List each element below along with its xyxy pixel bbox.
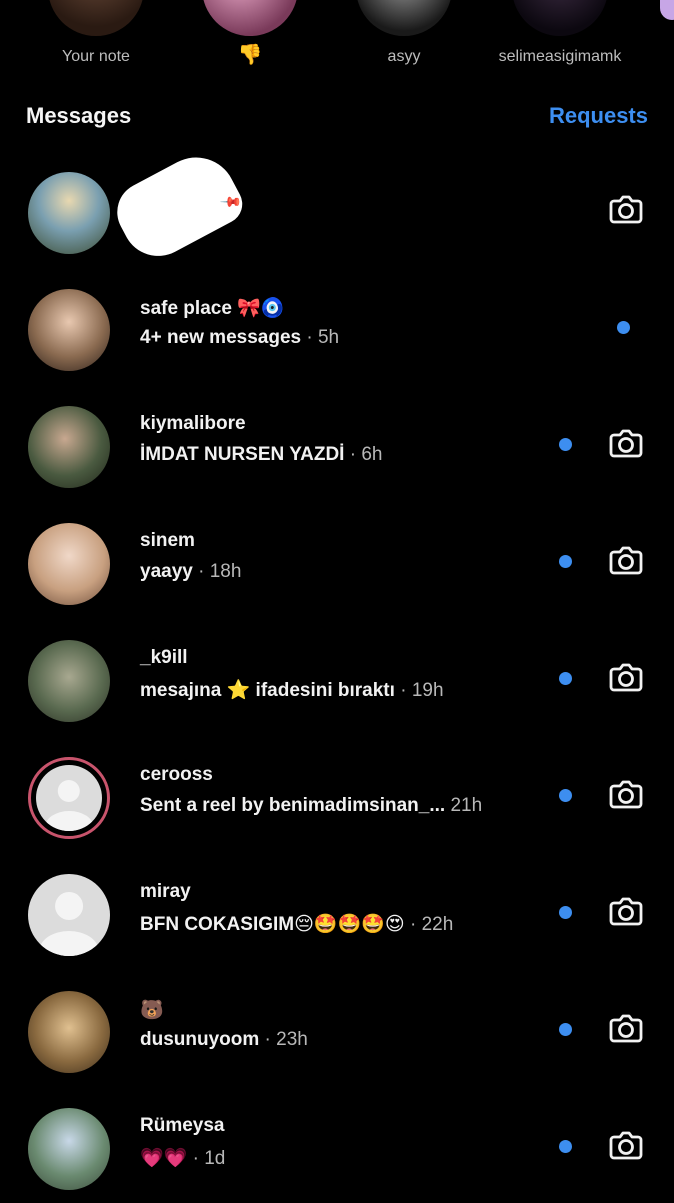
timestamp: 1d xyxy=(204,1148,226,1169)
thread-row[interactable]: kiymalibore İMDAT NURSEN YAZDİ · 6h xyxy=(0,391,674,501)
notes-row: Your note 👎 asyy selimeasigimamk xyxy=(0,0,674,80)
preview-text: BFN COKASIGIM😔🤩🤩🤩😍 xyxy=(140,914,405,935)
unread-dot xyxy=(617,321,630,334)
unread-dot xyxy=(559,555,572,568)
page-title: Messages xyxy=(26,103,132,128)
thread-name: 🐻 xyxy=(140,1000,164,1021)
avatar[interactable] xyxy=(28,1108,110,1190)
timestamp: 5h xyxy=(317,327,340,348)
default-avatar-icon xyxy=(36,765,102,831)
preview-text: mesajına ⭐ ifadesini bıraktı xyxy=(140,680,395,701)
timestamp: 6h xyxy=(361,444,383,465)
thread-preview: Sent a reel by benimadimsinan_... 21h xyxy=(140,795,482,817)
timestamp: 18h xyxy=(209,561,242,582)
preview-text: İMDAT NURSEN YAZDİ xyxy=(140,444,345,465)
note-label: selimeasigimamk xyxy=(498,48,622,65)
thread-preview: yaayy · 18h xyxy=(140,561,241,583)
unread-dot xyxy=(559,1140,572,1153)
avatar[interactable] xyxy=(28,172,110,254)
avatar[interactable] xyxy=(202,0,298,36)
timestamp: 19h xyxy=(411,680,444,701)
thread-row[interactable]: 🐻 dusunuyoom · 23h xyxy=(0,976,674,1086)
camera-icon[interactable] xyxy=(606,1125,646,1165)
camera-icon[interactable] xyxy=(606,423,646,463)
thread-name: _k9ill xyxy=(140,647,188,668)
timestamp: 21h xyxy=(450,795,483,816)
thread-preview: BFN COKASIGIM😔🤩🤩🤩😍 · 22h xyxy=(140,912,453,936)
thread-row[interactable]: 📌 xyxy=(0,143,674,269)
thread-row[interactable]: miray BFN COKASIGIM😔🤩🤩🤩😍 · 22h xyxy=(0,859,674,969)
thread-name: safe place 🎀🧿 xyxy=(140,298,285,319)
thread-name: cerooss xyxy=(140,764,213,785)
separator: · xyxy=(344,444,362,465)
thread-preview: dusunuyoom · 23h xyxy=(140,1029,308,1051)
default-avatar-icon xyxy=(55,892,83,920)
unread-dot xyxy=(559,906,572,919)
preview-text: Sent a reel by benimadimsinan_... xyxy=(140,795,446,816)
thread-name: miray xyxy=(140,881,191,902)
thread-preview: mesajına ⭐ ifadesini bıraktı · 19h xyxy=(140,678,444,702)
avatar[interactable] xyxy=(28,991,110,1073)
camera-icon[interactable] xyxy=(606,189,646,229)
camera-icon[interactable] xyxy=(606,1008,646,1048)
avatar[interactable] xyxy=(48,0,144,36)
camera-icon[interactable] xyxy=(606,657,646,697)
avatar[interactable] xyxy=(28,289,110,371)
separator: · xyxy=(394,680,412,701)
timestamp: 22h xyxy=(421,914,454,935)
avatar[interactable] xyxy=(28,874,110,956)
timestamp: 23h xyxy=(276,1029,308,1050)
camera-icon[interactable] xyxy=(606,540,646,580)
requests-link[interactable]: Requests xyxy=(549,103,648,129)
thread-row[interactable]: Rümeysa 💗💗 · 1d xyxy=(0,1093,674,1203)
thumbs-down-icon: 👎 xyxy=(237,44,263,66)
preview-text: 4+ new messages xyxy=(140,327,302,348)
thread-row[interactable]: cerooss Sent a reel by benimadimsinan_...… xyxy=(0,742,674,852)
separator: · xyxy=(192,561,210,582)
note-label: asyy xyxy=(387,48,421,65)
avatar[interactable] xyxy=(356,0,452,36)
unread-dot xyxy=(559,672,572,685)
thread-row[interactable]: _k9ill mesajına ⭐ ifadesini bıraktı · 19h xyxy=(0,625,674,735)
avatar[interactable] xyxy=(28,640,110,722)
unread-dot xyxy=(559,789,572,802)
preview-text: yaayy xyxy=(140,561,193,582)
unread-dot xyxy=(559,438,572,451)
camera-icon[interactable] xyxy=(606,891,646,931)
thread-preview: 4+ new messages · 5h xyxy=(140,327,339,349)
camera-icon[interactable] xyxy=(606,774,646,814)
note-edge-avatar[interactable] xyxy=(660,0,674,20)
separator: · xyxy=(187,1148,205,1169)
separator: · xyxy=(301,327,318,348)
separator: · xyxy=(259,1029,277,1050)
preview-text: dusunuyoom xyxy=(140,1029,260,1050)
online-dot-icon xyxy=(456,16,468,28)
thread-preview: İMDAT NURSEN YAZDİ · 6h xyxy=(140,444,382,466)
avatar[interactable] xyxy=(28,406,110,488)
avatar[interactable] xyxy=(28,523,110,605)
thread-row[interactable]: safe place 🎀🧿 4+ new messages · 5h xyxy=(0,274,674,384)
thread-preview: 💗💗 · 1d xyxy=(140,1146,225,1170)
thread-row[interactable]: sinem yaayy · 18h xyxy=(0,508,674,618)
preview-text: 💗💗 xyxy=(140,1148,188,1169)
thread-name: sinem xyxy=(140,530,195,551)
avatar[interactable] xyxy=(512,0,608,36)
separator: · xyxy=(404,914,422,935)
note-label: Your note xyxy=(62,48,130,65)
thread-name: Rümeysa xyxy=(140,1115,225,1136)
unread-dot xyxy=(559,1023,572,1036)
avatar[interactable] xyxy=(28,757,110,839)
thread-name: kiymalibore xyxy=(140,413,246,434)
